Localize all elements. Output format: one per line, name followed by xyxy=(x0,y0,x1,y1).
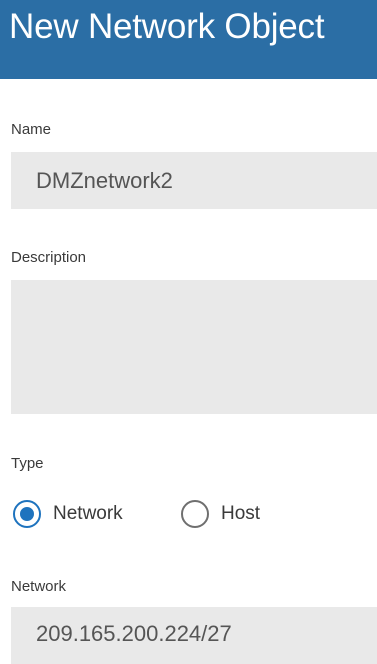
description-label: Description xyxy=(11,249,87,266)
network-field[interactable]: 209.165.200.224/27 xyxy=(11,607,377,664)
type-option-host[interactable]: Host xyxy=(181,496,260,532)
type-label: Type xyxy=(11,455,44,472)
radio-checked-icon[interactable] xyxy=(13,500,41,528)
name-label: Name xyxy=(11,121,52,138)
dialog-title: New Network Object xyxy=(9,7,325,46)
dialog-header: New Network Object xyxy=(0,0,377,79)
description-field[interactable] xyxy=(11,280,377,414)
network-label: Network xyxy=(11,578,67,595)
type-option-network[interactable]: Network xyxy=(13,496,123,532)
type-option-network-label: Network xyxy=(53,503,123,524)
type-option-host-label: Host xyxy=(221,503,261,524)
radio-unchecked-icon[interactable] xyxy=(181,500,209,528)
name-field-value: DMZnetwork2 xyxy=(36,168,173,193)
name-field[interactable]: DMZnetwork2 xyxy=(11,152,377,209)
network-field-value: 209.165.200.224/27 xyxy=(36,621,232,646)
